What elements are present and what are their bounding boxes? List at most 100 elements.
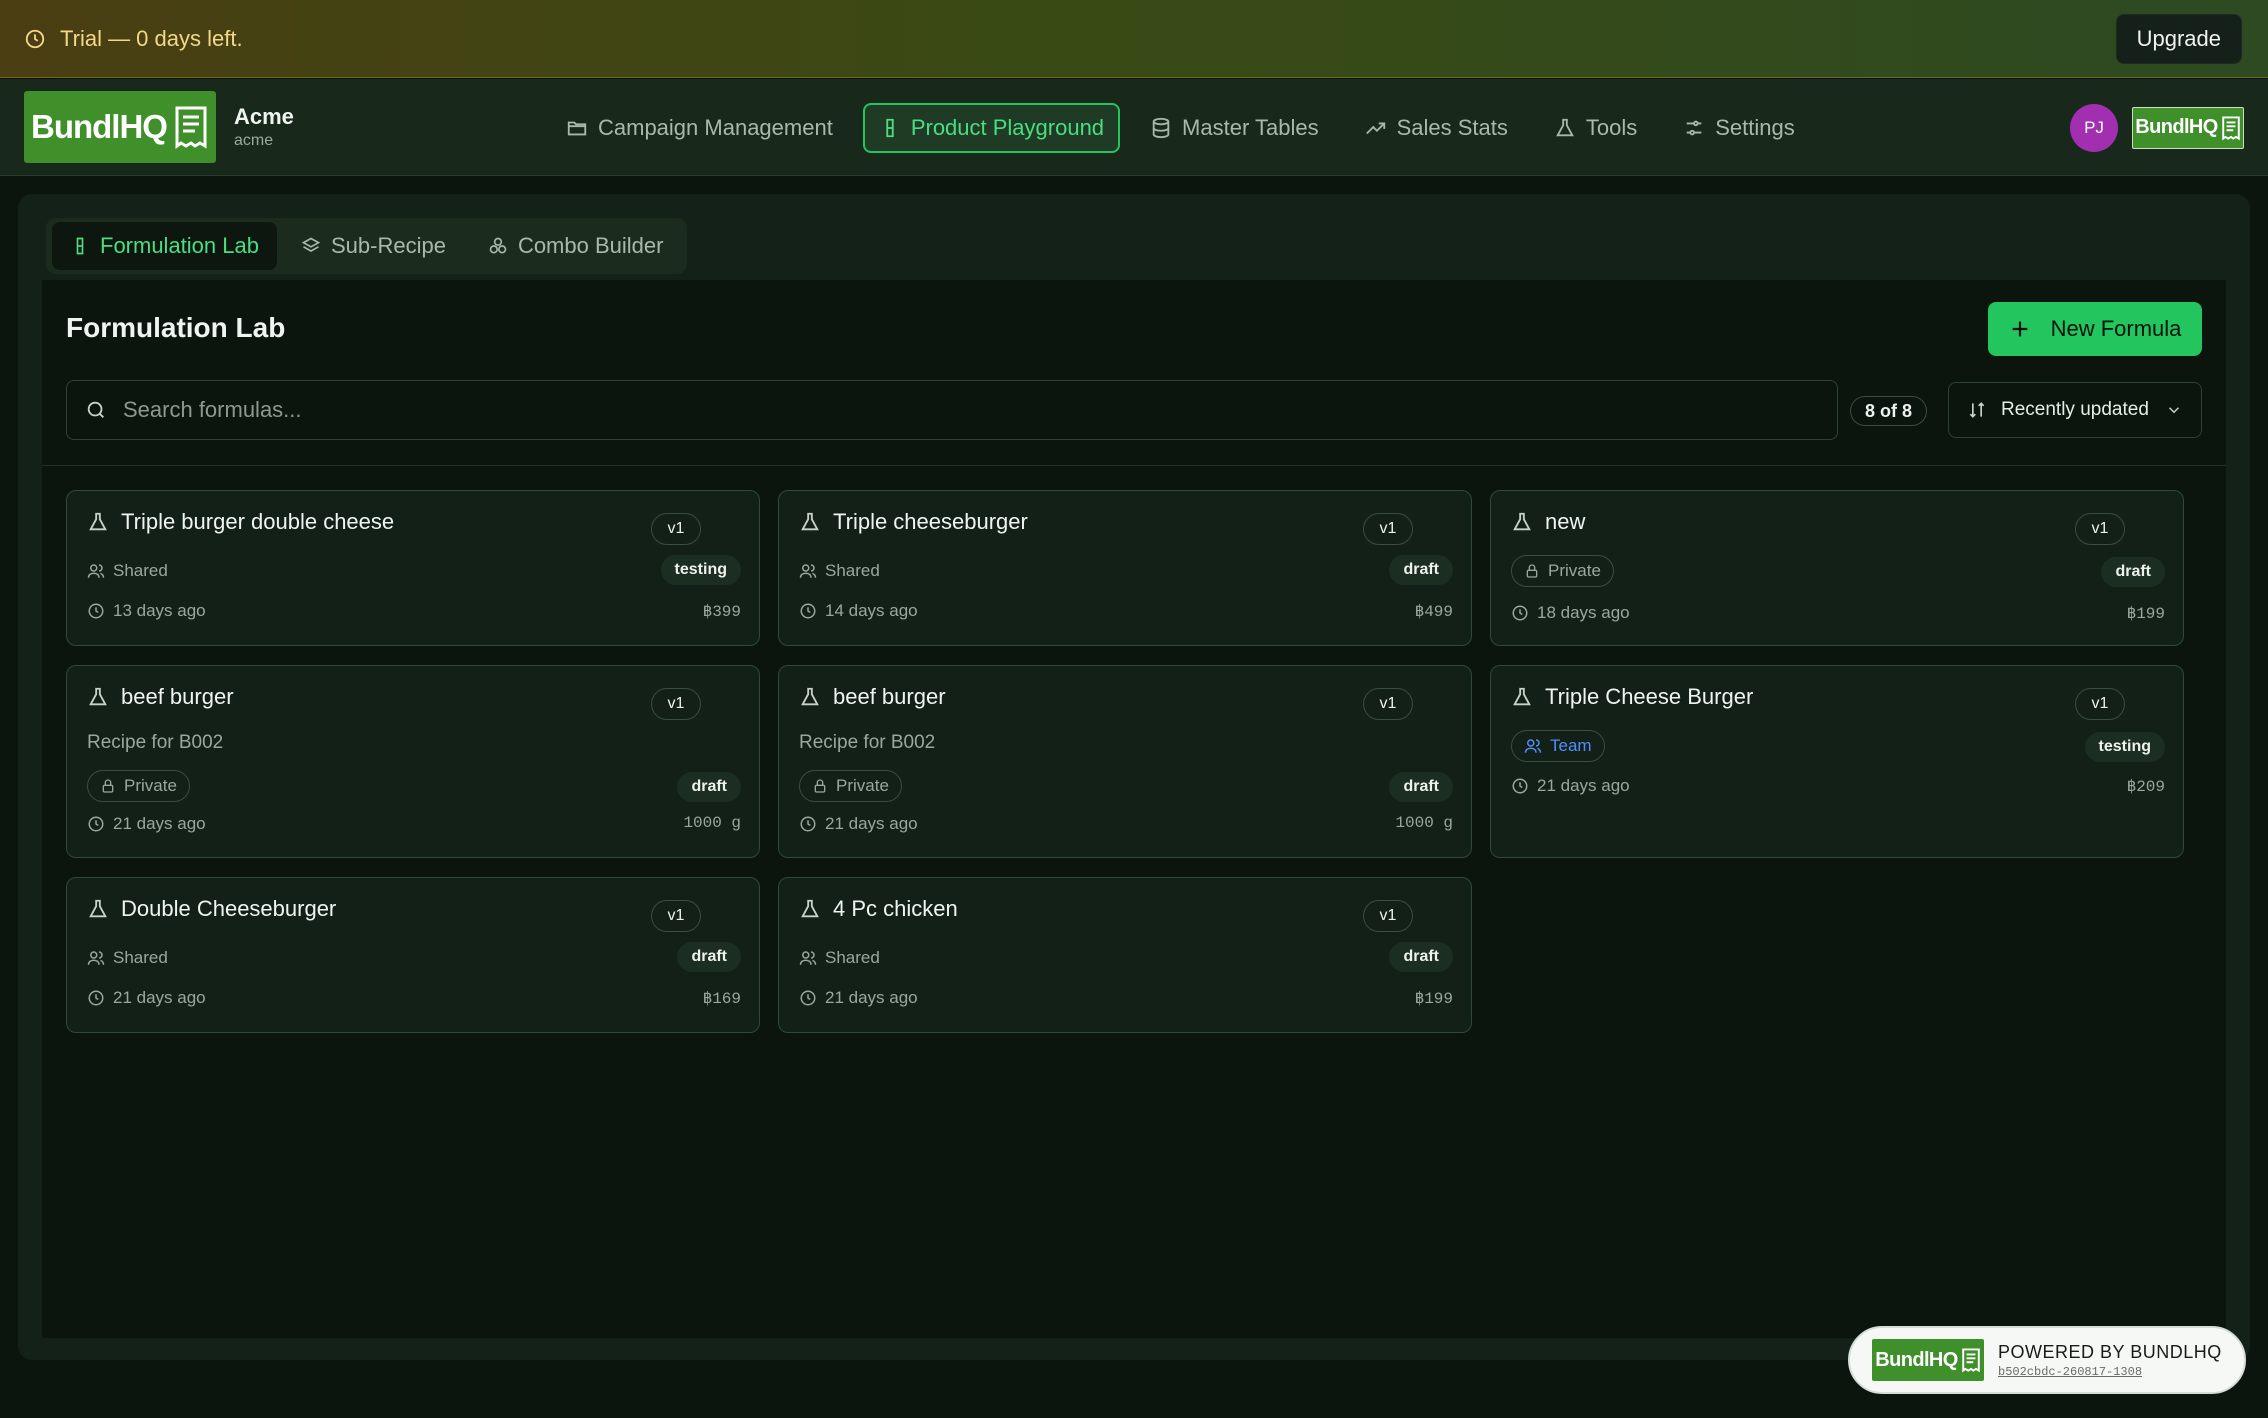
updated-text: 21 days ago xyxy=(825,988,918,1007)
tab-formulation-lab[interactable]: Formulation Lab xyxy=(52,222,277,270)
version-badge: v1 xyxy=(651,900,701,932)
status-badge: draft xyxy=(1389,942,1453,972)
nav-master-tables[interactable]: Master Tables xyxy=(1134,103,1335,153)
receipt-icon xyxy=(2221,115,2241,141)
nav-settings[interactable]: Settings xyxy=(1667,103,1811,153)
flask-icon xyxy=(799,897,821,921)
formula-card[interactable]: 4 Pc chicken v1 Shared draft 21 days ago… xyxy=(778,877,1472,1033)
user-avatar[interactable]: PJ xyxy=(2070,103,2118,152)
nav-sales-stats[interactable]: Sales Stats xyxy=(1349,103,1524,153)
org-name: Acme xyxy=(234,104,294,129)
clock-icon xyxy=(88,816,104,832)
updated-text: 21 days ago xyxy=(825,814,918,833)
updated-text: 21 days ago xyxy=(1537,776,1630,795)
flask-icon xyxy=(1511,510,1533,534)
receipt-icon xyxy=(173,105,209,149)
version-badge: v1 xyxy=(1363,513,1413,545)
flask-icon xyxy=(799,685,821,709)
trending-up-icon xyxy=(1365,117,1387,139)
org-switcher[interactable]: Acme acme xyxy=(234,104,294,150)
formula-grid: Triple burger double cheese v1 Shared te… xyxy=(66,490,2188,1050)
powered-by-badge[interactable]: BundlHQ POWERED BY BUNDLHQ b502cbdc-2608… xyxy=(1848,1326,2246,1394)
beaker-icon xyxy=(1554,117,1576,139)
nav-campaign-management[interactable]: Campaign Management xyxy=(550,103,849,153)
tab-sub-recipe[interactable]: Sub-Recipe xyxy=(283,222,464,270)
formula-title: Double Cheeseburger xyxy=(121,896,337,921)
lock-icon xyxy=(102,779,114,793)
visibility-text: Shared xyxy=(113,948,168,967)
formula-title: new xyxy=(1545,509,1586,534)
flask-icon xyxy=(799,510,821,534)
updated-time: 18 days ago xyxy=(1511,603,1630,623)
layers-icon xyxy=(301,236,321,256)
updated-time: 21 days ago xyxy=(799,988,918,1008)
top-header: BundlHQ Acme acme Campaign Management Pr… xyxy=(0,79,2268,176)
formula-card[interactable]: Triple Cheese Burger v1 Team testing 21 … xyxy=(1490,665,2184,858)
org-slug: acme xyxy=(234,132,274,149)
visibility-text: Shared xyxy=(825,561,880,580)
tab-label: Formulation Lab xyxy=(100,233,259,258)
quantity-value: 1000 g xyxy=(683,814,741,832)
users-icon xyxy=(1524,739,1542,753)
updated-text: 21 days ago xyxy=(113,814,206,833)
updated-time: 21 days ago xyxy=(799,814,918,834)
upgrade-button[interactable]: Upgrade xyxy=(2115,13,2242,64)
status-badge: draft xyxy=(677,942,741,972)
status-badge: testing xyxy=(2084,732,2165,762)
version-badge: v1 xyxy=(2075,513,2125,545)
status-badge: testing xyxy=(660,555,741,585)
brand-logo-text: BundlHQ xyxy=(31,108,168,145)
formula-title: beef burger xyxy=(121,684,234,709)
nav-label: Tools xyxy=(1585,114,1638,140)
formula-card[interactable]: Double Cheeseburger v1 Shared draft 21 d… xyxy=(66,877,760,1033)
sort-icon xyxy=(1967,400,1987,420)
tab-combo-builder[interactable]: Combo Builder xyxy=(470,222,682,270)
visibility-text: Private xyxy=(836,776,889,795)
visibility-text: Private xyxy=(124,776,177,795)
chevron-down-icon xyxy=(2165,401,2183,419)
main-panel: Formulation Lab Sub-Recipe Combo Builder… xyxy=(18,194,2250,1360)
boxes-icon xyxy=(488,236,508,256)
powered-text: POWERED BY BUNDLHQ xyxy=(1998,1341,2222,1362)
clock-icon xyxy=(88,990,104,1006)
users-icon xyxy=(87,564,105,578)
divider xyxy=(42,465,2226,466)
price-value: ฿199 xyxy=(1414,990,1453,1008)
quantity-value: 1000 g xyxy=(1395,814,1453,832)
formulation-lab-content: Formulation Lab New Formula 8 of 8 Recen… xyxy=(42,280,2226,1338)
price-value: ฿399 xyxy=(702,603,741,621)
page-title: Formulation Lab xyxy=(66,312,286,343)
visibility-label: Shared xyxy=(87,948,168,968)
brand-logo-text: BundlHQ xyxy=(1875,1348,1958,1371)
main-nav: Campaign Management Product Playground M… xyxy=(550,79,1811,176)
price-value: ฿199 xyxy=(2126,605,2165,623)
formula-card[interactable]: Triple burger double cheese v1 Shared te… xyxy=(66,490,760,646)
updated-time: 21 days ago xyxy=(87,988,206,1008)
formula-title: beef burger xyxy=(833,684,946,709)
formula-title: Triple burger double cheese xyxy=(121,509,395,534)
nav-label: Campaign Management xyxy=(598,114,833,140)
updated-text: 13 days ago xyxy=(113,601,206,620)
version-badge: v1 xyxy=(651,513,701,545)
nav-tools[interactable]: Tools xyxy=(1538,103,1653,153)
formula-title: 4 Pc chicken xyxy=(833,896,958,921)
clock-icon xyxy=(1512,778,1528,794)
sort-dropdown[interactable]: Recently updated xyxy=(1948,382,2202,438)
formula-card[interactable]: new v1 Private draft 18 days ago ฿199 xyxy=(1490,490,2184,646)
search-icon xyxy=(85,399,107,421)
build-hash[interactable]: b502cbdc-260817-1308 xyxy=(1998,1365,2222,1379)
formula-card[interactable]: Triple cheeseburger v1 Shared draft 14 d… xyxy=(778,490,1472,646)
formula-card[interactable]: beef burger v1 Recipe for B002 Private d… xyxy=(778,665,1472,858)
search-input[interactable] xyxy=(123,397,1723,423)
users-icon xyxy=(799,564,817,578)
flask-icon xyxy=(87,897,109,921)
trial-text: Trial — 0 days left. xyxy=(60,25,243,51)
sort-label: Recently updated xyxy=(2001,399,2149,420)
new-formula-button[interactable]: New Formula xyxy=(1988,302,2202,356)
brand-logo[interactable]: BundlHQ xyxy=(24,91,216,163)
nav-product-playground[interactable]: Product Playground xyxy=(862,102,1121,153)
sliders-icon xyxy=(1683,117,1705,139)
updated-text: 21 days ago xyxy=(113,988,206,1007)
formula-card[interactable]: beef burger v1 Recipe for B002 Private d… xyxy=(66,665,760,858)
folder-icon xyxy=(566,117,588,139)
